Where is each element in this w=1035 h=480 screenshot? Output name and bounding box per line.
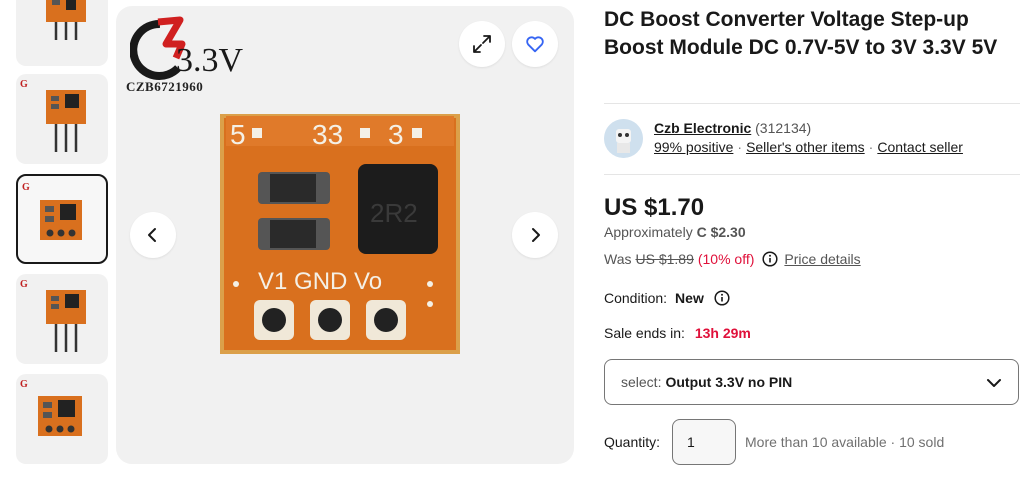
variant-select-value: Output 3.3V no PIN: [665, 374, 793, 390]
price-details-link[interactable]: Price details: [784, 251, 860, 267]
thumbnail-5[interactable]: G: [16, 374, 108, 464]
separator-dot: ·: [737, 139, 743, 155]
price: US $1.70: [604, 194, 705, 221]
seller-feedback-count: (312134): [755, 120, 812, 136]
contact-seller-link[interactable]: Contact seller: [877, 139, 963, 155]
svg-text:G: G: [20, 279, 28, 290]
approx-label: Approximately: [604, 224, 693, 240]
thumbnail-3[interactable]: G: [16, 174, 108, 264]
condition-value: New: [675, 290, 704, 306]
thumbnail-strip: G G G G: [16, 0, 108, 470]
chevron-right-icon: [532, 228, 540, 242]
seller-avatar[interactable]: [604, 119, 643, 158]
previous-image-button[interactable]: [130, 212, 176, 258]
seller-name-link[interactable]: Czb Electronic: [654, 120, 751, 136]
seller-other-items-link[interactable]: Seller's other items: [746, 139, 865, 155]
divider: [604, 103, 1020, 104]
approx-value: C $2.30: [696, 224, 746, 240]
thumbnail-1[interactable]: [16, 0, 108, 66]
quantity-availability: More than 10 available · 10 sold: [745, 434, 945, 450]
quantity-input[interactable]: [672, 419, 736, 465]
heart-icon: [526, 36, 544, 53]
product-title: DC Boost Converter Voltage Step-up Boost…: [604, 8, 998, 59]
quantity-label: Quantity:: [604, 434, 661, 450]
svg-text:2R2: 2R2: [370, 198, 418, 228]
thumbnail-4[interactable]: G: [16, 274, 108, 364]
svg-text:G: G: [20, 379, 28, 390]
favorite-button[interactable]: [512, 21, 558, 67]
expand-icon: [473, 35, 491, 53]
variant-select-label: select:: [621, 374, 662, 390]
chevron-down-icon: [987, 379, 1001, 387]
logo-text: 3.3V: [176, 42, 244, 79]
was-price-row: Was US $1.89 (10% off) Price details: [604, 251, 861, 267]
seller-links: 99% positive · Seller's other items · Contac…: [654, 139, 963, 155]
seller-positive-link[interactable]: 99% positive: [654, 139, 733, 155]
svg-text:V1 GND Vo: V1 GND Vo: [258, 268, 382, 295]
svg-text:5: 5: [230, 119, 246, 150]
thumbnail-2[interactable]: G: [16, 74, 108, 164]
svg-text:33: 33: [312, 119, 343, 150]
watermark-text: CZB6721960: [126, 79, 204, 94]
main-product-image[interactable]: 3.3V CZB6721960 5 33 3 2R2 V1 GND Vo: [116, 6, 574, 464]
next-image-button[interactable]: [512, 212, 558, 258]
svg-text:G: G: [20, 79, 28, 90]
svg-text:G: G: [22, 182, 30, 193]
sale-label: Sale ends in:: [604, 325, 685, 341]
approximate-price: Approximately C $2.30: [604, 224, 746, 240]
divider: [604, 174, 1020, 175]
was-label: Was: [604, 251, 632, 267]
pcb-board: 5 33 3 2R2 V1 GND Vo: [220, 114, 460, 354]
sale-timer: 13h 29m: [694, 325, 751, 341]
info-icon[interactable]: [762, 251, 778, 267]
sale-row: Sale ends in: 13h 29m: [604, 325, 751, 341]
chevron-left-icon: [148, 228, 156, 242]
discount-percent: (10% off): [697, 251, 755, 267]
seller-name-row: Czb Electronic (312134): [654, 120, 811, 136]
variant-select[interactable]: select: Output 3.3V no PIN: [604, 359, 1019, 405]
expand-button[interactable]: [459, 21, 505, 67]
condition-row: Condition: New: [604, 290, 730, 306]
svg-text:3: 3: [388, 119, 404, 150]
info-icon[interactable]: [714, 290, 730, 306]
condition-label: Condition:: [604, 290, 668, 306]
separator-dot: ·: [868, 139, 874, 155]
was-price: US $1.89: [635, 251, 694, 267]
